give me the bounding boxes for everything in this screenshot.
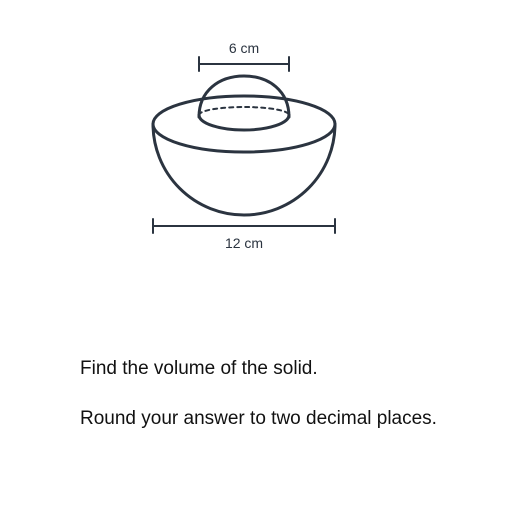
small-hemisphere-base-hidden-edge	[198, 106, 290, 116]
large-diameter-dimension-line	[152, 218, 336, 234]
rounding-instruction: Round your answer to two decimal places.	[80, 408, 437, 429]
large-diameter-label: 12 cm	[225, 235, 263, 251]
solid-figure-diagram: 6 cm 12 cm	[151, 40, 337, 251]
page: 6 cm 12 cm Find the volume of the solid.…	[0, 0, 512, 512]
question-instruction: Find the volume of the solid.	[80, 358, 318, 379]
small-diameter-label: 6 cm	[229, 40, 259, 56]
small-diameter-dimension-line	[198, 56, 290, 72]
large-hemisphere-rim	[151, 94, 337, 154]
small-hemisphere-base-front-edge	[197, 113, 291, 132]
large-hemisphere-bowl	[151, 122, 337, 217]
